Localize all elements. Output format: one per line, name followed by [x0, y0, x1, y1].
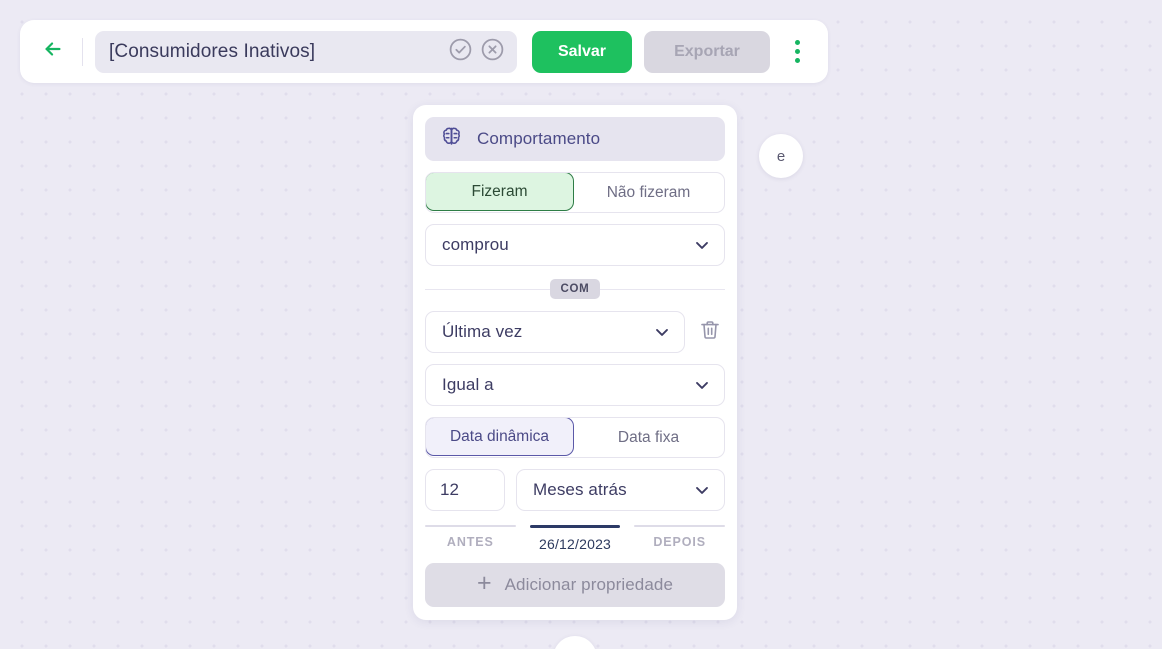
- unit-select[interactable]: Meses atrás: [516, 469, 725, 511]
- property-select-value: Última vez: [442, 322, 523, 341]
- event-select-value: comprou: [442, 235, 509, 254]
- top-toolbar: Salvar Exportar: [20, 20, 828, 83]
- card-header: Comportamento: [425, 117, 725, 161]
- title-actions: [448, 37, 505, 67]
- com-divider: COM: [425, 278, 725, 300]
- amount-row: Meses atrás: [425, 469, 725, 511]
- arrow-left-icon: [42, 38, 64, 65]
- date-mode-option-dynamic[interactable]: Data dinâmica: [426, 418, 574, 456]
- toolbar-divider: [82, 37, 83, 66]
- date-range-before-label: ANTES: [446, 535, 494, 549]
- trash-icon: [698, 318, 722, 347]
- export-button[interactable]: Exportar: [644, 30, 770, 73]
- kebab-dot: [794, 49, 800, 54]
- delete-property-button[interactable]: [695, 316, 725, 348]
- segment-title-input[interactable]: [109, 30, 447, 73]
- kebab-dot: [794, 58, 800, 63]
- property-row: Última vez: [425, 311, 725, 353]
- chevron-down-icon: [692, 480, 712, 500]
- unit-select-value: Meses atrás: [533, 480, 627, 499]
- behavior-rule-card: Comportamento Fizeram Não fizeram compro…: [413, 105, 737, 620]
- back-button[interactable]: [38, 37, 68, 67]
- action-toggle: Fizeram Não fizeram: [425, 172, 725, 213]
- date-range-indicator: ANTES 26/12/2023 DEPOIS: [425, 525, 726, 552]
- chevron-down-icon: [692, 375, 712, 395]
- date-mode-option-fixed[interactable]: Data fixa: [573, 418, 724, 457]
- editor-canvas: Salvar Exportar Comportamento Fizeram: [0, 0, 1162, 649]
- event-select[interactable]: comprou: [425, 224, 725, 266]
- operator-select[interactable]: Igual a: [425, 364, 725, 406]
- connector-badge-bottom[interactable]: [553, 636, 597, 649]
- action-option-did-not[interactable]: Não fizeram: [573, 173, 724, 212]
- add-property-label: Adicionar propriedade: [504, 575, 674, 594]
- chevron-down-icon: [692, 235, 712, 255]
- date-mode-toggle: Data dinâmica Data fixa: [425, 417, 725, 458]
- chevron-down-icon: [652, 322, 672, 342]
- com-badge: COM: [549, 279, 601, 299]
- range-bar: [634, 525, 726, 527]
- plus-icon: +: [476, 569, 492, 597]
- date-range-before[interactable]: ANTES: [425, 525, 516, 552]
- property-select[interactable]: Última vez: [425, 311, 685, 353]
- segment-title-field[interactable]: [95, 30, 517, 73]
- check-circle-icon[interactable]: [448, 37, 473, 67]
- date-range-date-label: 26/12/2023: [538, 536, 612, 552]
- amount-input[interactable]: [425, 469, 505, 511]
- kebab-menu-icon[interactable]: [782, 35, 812, 69]
- kebab-dot: [794, 40, 800, 45]
- date-range-after[interactable]: DEPOIS: [634, 525, 726, 552]
- action-option-did[interactable]: Fizeram: [426, 173, 574, 211]
- operator-select-value: Igual a: [442, 375, 494, 394]
- connector-badge-and[interactable]: e: [759, 134, 803, 178]
- range-bar: [425, 525, 516, 527]
- save-button[interactable]: Salvar: [532, 30, 632, 73]
- date-range-after-label: DEPOIS: [653, 535, 706, 549]
- add-property-button[interactable]: + Adicionar propriedade: [425, 563, 725, 607]
- range-bar: [529, 525, 621, 528]
- date-range-on[interactable]: 26/12/2023: [529, 525, 621, 552]
- card-title: Comportamento: [477, 129, 601, 148]
- brain-icon: [439, 124, 464, 154]
- x-circle-icon[interactable]: [480, 37, 505, 67]
